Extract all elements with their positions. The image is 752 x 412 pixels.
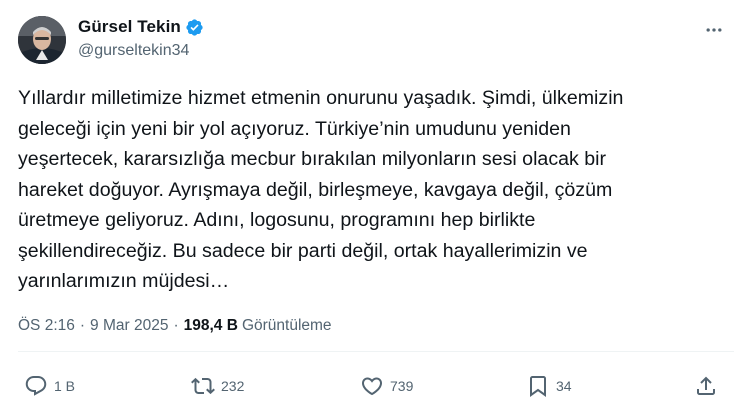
retweet-icon (191, 377, 215, 395)
reply-icon (25, 376, 47, 396)
meta-separator: · (173, 317, 179, 334)
action-bar: 1 B 232 739 34 (0, 368, 752, 404)
reply-count: 1 B (54, 378, 76, 394)
share-icon (697, 376, 715, 395)
meta-separator: · (79, 317, 86, 334)
avatar-image (18, 16, 66, 64)
author-name-row: Gürsel Tekin (78, 16, 204, 38)
avatar[interactable] (18, 16, 66, 64)
tweet-date[interactable]: 9 Mar 2025 (90, 317, 168, 335)
like-button[interactable]: 739 (360, 374, 413, 398)
tweet-meta: ÖS 2:16 · 9 Mar 2025 · 198,4 B Görüntüle… (18, 315, 332, 337)
author-handle[interactable]: @gurseltekin34 (78, 42, 189, 60)
retweet-count: 232 (221, 378, 245, 394)
verified-badge-icon (185, 18, 204, 37)
tweet-time[interactable]: ÖS 2:16 (18, 317, 75, 335)
more-icon[interactable] (700, 16, 728, 44)
views-count[interactable]: 198,4 B (184, 317, 238, 335)
reply-button[interactable]: 1 B (24, 374, 75, 398)
tweet-text: Yıllardır milletimize hizmet etmenin onu… (18, 87, 624, 292)
share-button[interactable] (694, 374, 718, 398)
bookmark-icon (530, 376, 546, 397)
divider (18, 351, 734, 352)
views-label: Görüntüleme (241, 317, 332, 334)
author-display-name[interactable]: Gürsel Tekin (78, 17, 181, 37)
bookmark-count: 34 (556, 378, 572, 394)
retweet-button[interactable]: 232 (191, 374, 244, 398)
heart-icon (361, 377, 383, 396)
tweet-card: Gürsel Tekin @gurseltekin34 Yıllardır mi… (0, 0, 752, 412)
bookmark-button[interactable]: 34 (526, 374, 572, 398)
like-count: 739 (390, 378, 414, 394)
